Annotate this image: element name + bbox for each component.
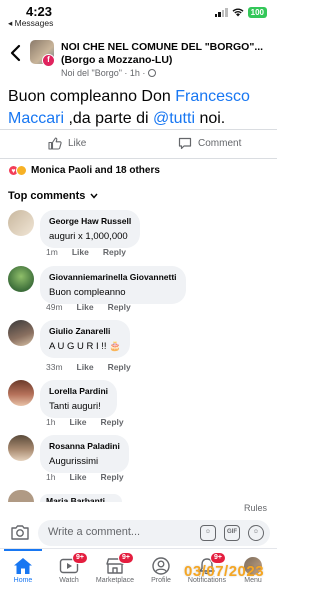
globe-icon <box>147 69 156 77</box>
rules-link[interactable]: Rules <box>244 503 267 513</box>
post-text-part: ,da parte di <box>64 110 153 127</box>
signal-icon <box>214 8 228 17</box>
tab-watch[interactable]: 9+ Watch <box>46 549 92 599</box>
post-text: Buon compleanno Don Francesco Maccari ,d… <box>8 86 270 130</box>
profile-icon <box>152 557 170 575</box>
commenter-avatar[interactable] <box>8 490 34 502</box>
comment-like-button[interactable]: Like <box>72 247 89 257</box>
tab-label: Watch <box>59 577 79 584</box>
commenter-name[interactable]: Giulio Zanarelli <box>49 326 121 336</box>
comment-time: 1h <box>46 417 56 427</box>
comment-actions: 1h Like Reply <box>46 472 124 482</box>
comment-text: Buon compleanno <box>49 287 126 298</box>
comment-reply-button[interactable]: Reply <box>108 302 131 312</box>
tab-profile[interactable]: Profile <box>138 549 184 599</box>
notification-badge: 9+ <box>72 552 88 564</box>
facebook-badge-icon: f <box>42 54 55 67</box>
active-tab-indicator <box>4 549 42 551</box>
comment-like-button[interactable]: Like <box>77 362 94 372</box>
emoji-icon[interactable]: ☺ <box>248 525 264 541</box>
comment-time: 49m <box>46 302 63 312</box>
comment-label: Comment <box>198 138 242 149</box>
date-watermark: 03/07/2023 <box>184 563 265 580</box>
comment-bubble: George Haw Russell auguri x 1,000,000 <box>40 210 141 248</box>
tab-label: Home <box>13 577 33 584</box>
home-icon <box>14 558 32 574</box>
commenter-name[interactable]: Maria Barbanti <box>46 494 105 502</box>
comment-composer: ☺ GIF ☺ <box>0 517 277 547</box>
group-name[interactable]: NOI CHE NEL COMUNE DEL "BORGO"...(Borgo … <box>61 41 271 67</box>
like-label: Like <box>68 138 87 149</box>
commenter-avatar[interactable] <box>8 435 34 461</box>
comment-reply-button[interactable]: Reply <box>103 247 126 257</box>
comment-reply-button[interactable]: Reply <box>100 472 123 482</box>
commenter-avatar[interactable] <box>8 210 34 236</box>
commenter-avatar[interactable] <box>8 380 34 406</box>
status-bar: 4:23 ◂ Messages 100 <box>0 0 277 30</box>
back-to-messages-link[interactable]: ◂ Messages <box>8 18 53 29</box>
tab-label: Marketplace <box>95 577 135 584</box>
comment-bubble-icon <box>178 137 192 150</box>
tab-home[interactable]: Home <box>0 549 46 599</box>
back-arrow-icon[interactable] <box>8 44 24 62</box>
battery-icon: 100 <box>247 7 267 18</box>
comment-text: Tanti auguri! <box>49 401 101 412</box>
commenter-name[interactable]: George Haw Russell <box>49 216 131 226</box>
comment-reply-button[interactable]: Reply <box>100 417 123 427</box>
comment-like-button[interactable]: Like <box>69 417 86 427</box>
like-button[interactable]: Like <box>48 137 86 150</box>
commenter-avatar[interactable] <box>8 266 34 292</box>
wifi-icon <box>232 8 244 17</box>
gif-icon[interactable]: GIF <box>224 525 240 541</box>
post-text-part: noi. <box>195 110 226 127</box>
post-header: f NOI CHE NEL COMUNE DEL "BORGO"...(Borg… <box>0 34 277 84</box>
commenter-name[interactable]: Lorella Pardini <box>49 386 108 396</box>
avatar-sticker-icon[interactable]: ☺ <box>200 525 216 541</box>
comment-input[interactable] <box>48 526 188 538</box>
comment-bubble: Rosanna Paladini Augurissimi <box>40 435 129 473</box>
comment-bubble: Giovanniemarinella Giovannetti Buon comp… <box>40 266 186 304</box>
comment-bubble: Giulio Zanarelli A U G U R I !! 🎂 <box>40 320 131 358</box>
commenter-avatar[interactable] <box>8 320 34 346</box>
comment-text: auguri x 1,000,000 <box>49 231 128 242</box>
tab-label: Profile <box>151 577 171 584</box>
comment-like-button[interactable]: Like <box>69 472 86 482</box>
status-icons: 100 <box>214 7 267 18</box>
comment-text: A U G U R I !! 🎂 <box>49 341 122 352</box>
mention-tutti[interactable]: @tutti <box>153 110 195 127</box>
post-action-bar: Like Comment <box>0 129 277 159</box>
comment-like-button[interactable]: Like <box>77 302 94 312</box>
comment-bubble: Lorella Pardini Tanti auguri! <box>40 380 118 418</box>
reactions-summary[interactable]: ♥ Monica Paoli and 18 others <box>8 165 160 176</box>
thumbs-up-icon <box>48 137 62 150</box>
reactions-text: Monica Paoli and 18 others <box>31 165 160 176</box>
comment-button[interactable]: Comment <box>178 137 320 150</box>
comment-actions: 1m Like Reply <box>46 247 126 257</box>
comment-sort-dropdown[interactable]: Top comments <box>8 190 98 202</box>
post-meta: Noi del "Borgo" · 1h · <box>61 68 156 78</box>
clock: 4:23 <box>26 4 53 19</box>
comment-text: Augurissimi <box>49 456 99 467</box>
comment-actions: 1h Like Reply <box>46 417 124 427</box>
care-reaction-icon <box>16 165 27 176</box>
reaction-icons: ♥ <box>8 165 27 176</box>
comment-input-wrapper: ☺ GIF ☺ <box>38 520 270 546</box>
commenter-name[interactable]: Giovanniemarinella Giovannetti <box>49 272 177 282</box>
comment-time: 1h <box>46 472 56 482</box>
chevron-down-icon <box>90 193 98 199</box>
comment-time: 33m <box>46 362 63 372</box>
comment-time: 1m <box>46 247 58 257</box>
comment-reply-button[interactable]: Reply <box>108 362 131 372</box>
notification-badge: 9+ <box>118 552 134 564</box>
comment-sort-label: Top comments <box>8 190 86 202</box>
comment-actions: 49m Like Reply <box>46 302 131 312</box>
commenter-name[interactable]: Rosanna Paladini <box>49 441 120 451</box>
comment-actions: 33m Like Reply <box>46 362 131 372</box>
post-text-part: Buon compleanno Don <box>8 88 176 105</box>
tab-marketplace[interactable]: 9+ Marketplace <box>92 549 138 599</box>
camera-icon[interactable] <box>10 523 30 541</box>
post-meta-text: Noi del "Borgo" · 1h · <box>61 68 146 78</box>
